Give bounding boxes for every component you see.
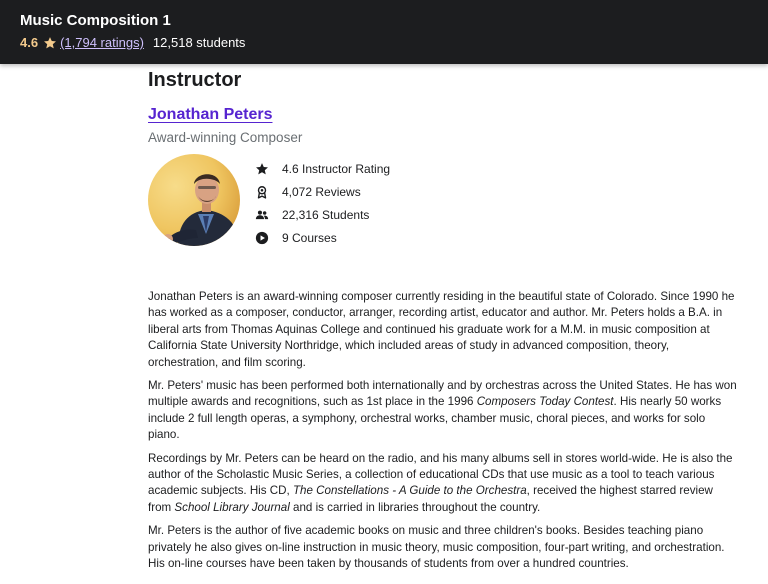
course-header-bar: Music Composition 1 4.6 (1,794 ratings) … xyxy=(0,0,768,64)
play-circle-icon xyxy=(255,231,269,244)
bio-paragraph: Mr. Peters is the author of five academi… xyxy=(148,524,725,571)
award-icon xyxy=(257,185,267,199)
bio-paragraph: Jonathan Peters is an award-winning comp… xyxy=(148,290,735,369)
stat-label: 4,072 Reviews xyxy=(282,184,361,199)
instructor-photo-image xyxy=(148,154,240,246)
instructor-name-link[interactable]: Jonathan Peters xyxy=(148,106,272,124)
stat-courses: 9 Courses xyxy=(255,226,390,249)
course-title: Music Composition 1 xyxy=(20,12,171,29)
instructor-stats: 4.6 Instructor Rating 4,072 Reviews 22,3… xyxy=(255,157,390,249)
users-icon xyxy=(255,210,269,219)
course-rating-row: 4.6 (1,794 ratings) 12,518 students xyxy=(20,35,245,50)
stat-reviews: 4,072 Reviews xyxy=(255,180,390,203)
instructor-headline: Award-winning Composer xyxy=(148,130,303,145)
star-icon xyxy=(44,36,57,48)
instructor-avatar[interactable] xyxy=(148,154,240,246)
bio-paragraph: Recordings by Mr. Peters can be heard on… xyxy=(148,451,733,514)
stat-label: 22,316 Students xyxy=(282,207,370,222)
star-icon xyxy=(256,162,268,174)
students-count: 12,518 students xyxy=(152,35,246,50)
bio-paragraph: Mr. Peters' music has been performed bot… xyxy=(148,379,737,442)
stat-students: 22,316 Students xyxy=(255,203,390,226)
instructor-profile: 4.6 Instructor Rating 4,072 Reviews 22,3… xyxy=(148,154,738,248)
instructor-bio: Jonathan Peters is an award-winning comp… xyxy=(148,289,738,573)
stat-label: 4.6 Instructor Rating xyxy=(282,161,391,176)
instructor-section: Instructor Jonathan Peters Award-winning… xyxy=(148,64,738,580)
stat-label: 9 Courses xyxy=(282,230,337,245)
ratings-count-link[interactable]: (1,794 ratings) xyxy=(60,35,144,50)
stat-rating: 4.6 Instructor Rating xyxy=(255,157,390,180)
section-heading: Instructor xyxy=(148,69,242,91)
rating-value: 4.6 xyxy=(20,35,39,50)
